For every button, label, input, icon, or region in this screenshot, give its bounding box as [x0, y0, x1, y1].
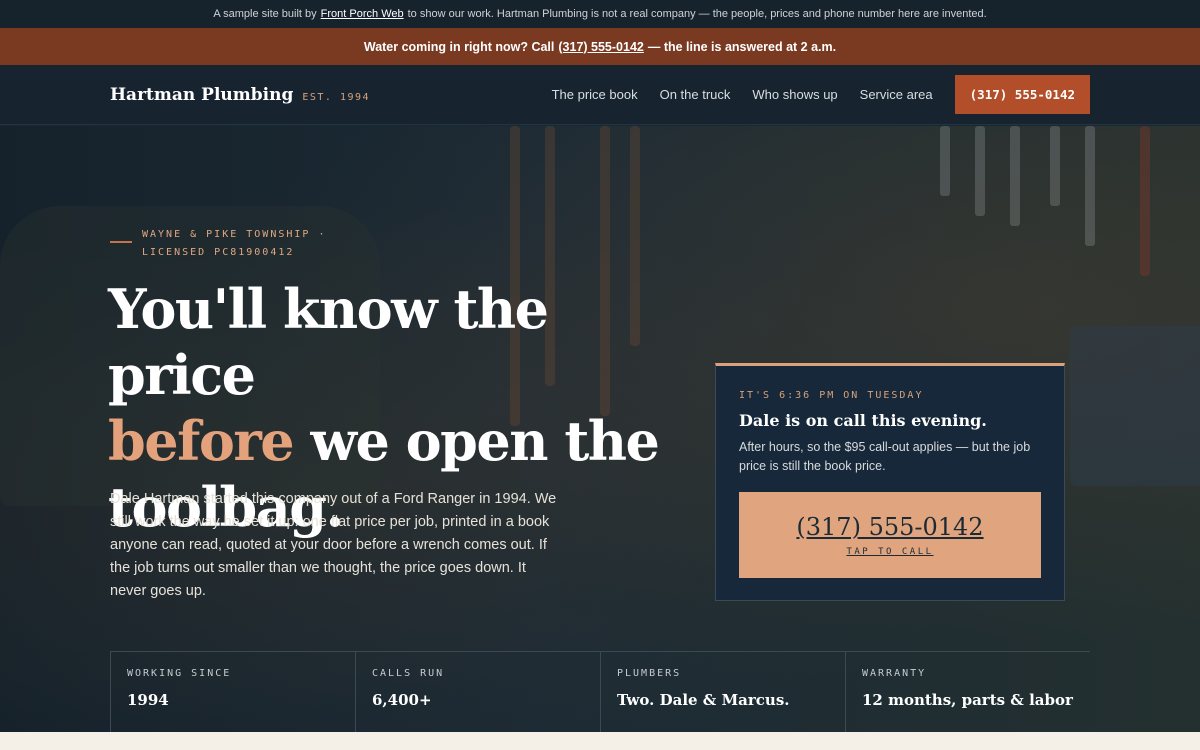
nav-link-price-book[interactable]: The price book: [552, 87, 638, 102]
stat-value: Two. Dale & Marcus.: [617, 691, 790, 709]
alert-phone-link[interactable]: (317) 555-0142: [558, 40, 643, 54]
nav-links: The price book On the truck Who shows up…: [552, 75, 1090, 114]
background-wrench: [1085, 126, 1095, 246]
stats-row: WORKING SINCE 1994 CALLS RUN 6,400+ PLUM…: [110, 651, 1090, 732]
nav-link-service-area[interactable]: Service area: [860, 87, 933, 102]
call-number: (317) 555-0142: [796, 513, 984, 541]
headline-line-2: we open the: [310, 409, 659, 473]
hero-section: WAYNE & PIKE TOWNSHIP · LICENSED PC81900…: [0, 126, 1200, 732]
call-phone-button[interactable]: (317) 555-0142: [954, 75, 1090, 114]
on-call-card: IT'S 6:36 PM ON TUESDAY Dale is on call …: [715, 363, 1065, 601]
stat-value: 6,400+: [372, 691, 432, 709]
hero-eyebrow: WAYNE & PIKE TOWNSHIP · LICENSED PC81900…: [110, 226, 342, 262]
brand-name[interactable]: Hartman Plumbing: [110, 85, 293, 105]
on-call-title: Dale is on call this evening.: [739, 411, 987, 430]
stat-plumbers: PLUMBERS Two. Dale & Marcus.: [600, 652, 845, 732]
on-call-text: After hours, so the $95 call-out applies…: [739, 440, 1031, 473]
tap-to-call-label: TAP TO CALL: [846, 547, 934, 557]
stat-value: 12 months, parts & labor: [862, 691, 1073, 709]
background-vise: [1070, 326, 1200, 486]
nav-link-who-shows-up[interactable]: Who shows up: [752, 87, 837, 102]
front-porch-web-link[interactable]: Front Porch Web: [321, 8, 404, 20]
stat-value: 1994: [127, 691, 169, 709]
headline-accent: before: [108, 409, 295, 473]
stat-working-since: WORKING SINCE 1994: [110, 652, 355, 732]
alert-prefix: Water coming in right now? Call: [363, 39, 555, 54]
brand-established: EST. 1994: [302, 91, 371, 103]
background-wrench: [1050, 126, 1060, 206]
nav-link-on-the-truck[interactable]: On the truck: [660, 87, 731, 102]
disclaimer-suffix: to show our work. Hartman Plumbing is no…: [407, 8, 987, 20]
alert-suffix: — the line is answered at 2 a.m.: [647, 39, 837, 54]
headline-line-1: You'll know the price: [108, 277, 549, 407]
background-wrench: [1010, 126, 1020, 226]
stat-label: PLUMBERS: [617, 668, 682, 679]
hero-intro: Dale Hartman started this company out of…: [110, 491, 557, 599]
background-pipe: [1140, 126, 1150, 276]
stat-label: WARRANTY: [862, 668, 927, 679]
sample-site-disclaimer: A sample site built by Front Porch Web t…: [0, 0, 1200, 28]
brand[interactable]: Hartman Plumbing EST. 1994: [110, 85, 370, 105]
stat-calls-run: CALLS RUN 6,400+: [355, 652, 600, 732]
disclaimer-prefix: A sample site built by: [213, 8, 317, 20]
stat-warranty: WARRANTY 12 months, parts & labor: [845, 652, 1090, 732]
eyebrow-text: WAYNE & PIKE TOWNSHIP · LICENSED PC81900…: [142, 229, 327, 258]
next-section-edge: [0, 732, 1200, 750]
emergency-alert-bar: Water coming in right now? Call (317) 55…: [0, 28, 1200, 65]
background-wrench: [940, 126, 950, 196]
on-call-time: IT'S 6:36 PM ON TUESDAY: [739, 390, 924, 401]
stat-label: WORKING SINCE: [127, 668, 232, 679]
tap-to-call-button[interactable]: (317) 555-0142 TAP TO CALL: [739, 492, 1041, 578]
main-navigation: Hartman Plumbing EST. 1994 The price boo…: [0, 65, 1200, 125]
eyebrow-rule: [110, 241, 132, 243]
background-wrench: [975, 126, 985, 216]
stat-label: CALLS RUN: [372, 668, 445, 679]
